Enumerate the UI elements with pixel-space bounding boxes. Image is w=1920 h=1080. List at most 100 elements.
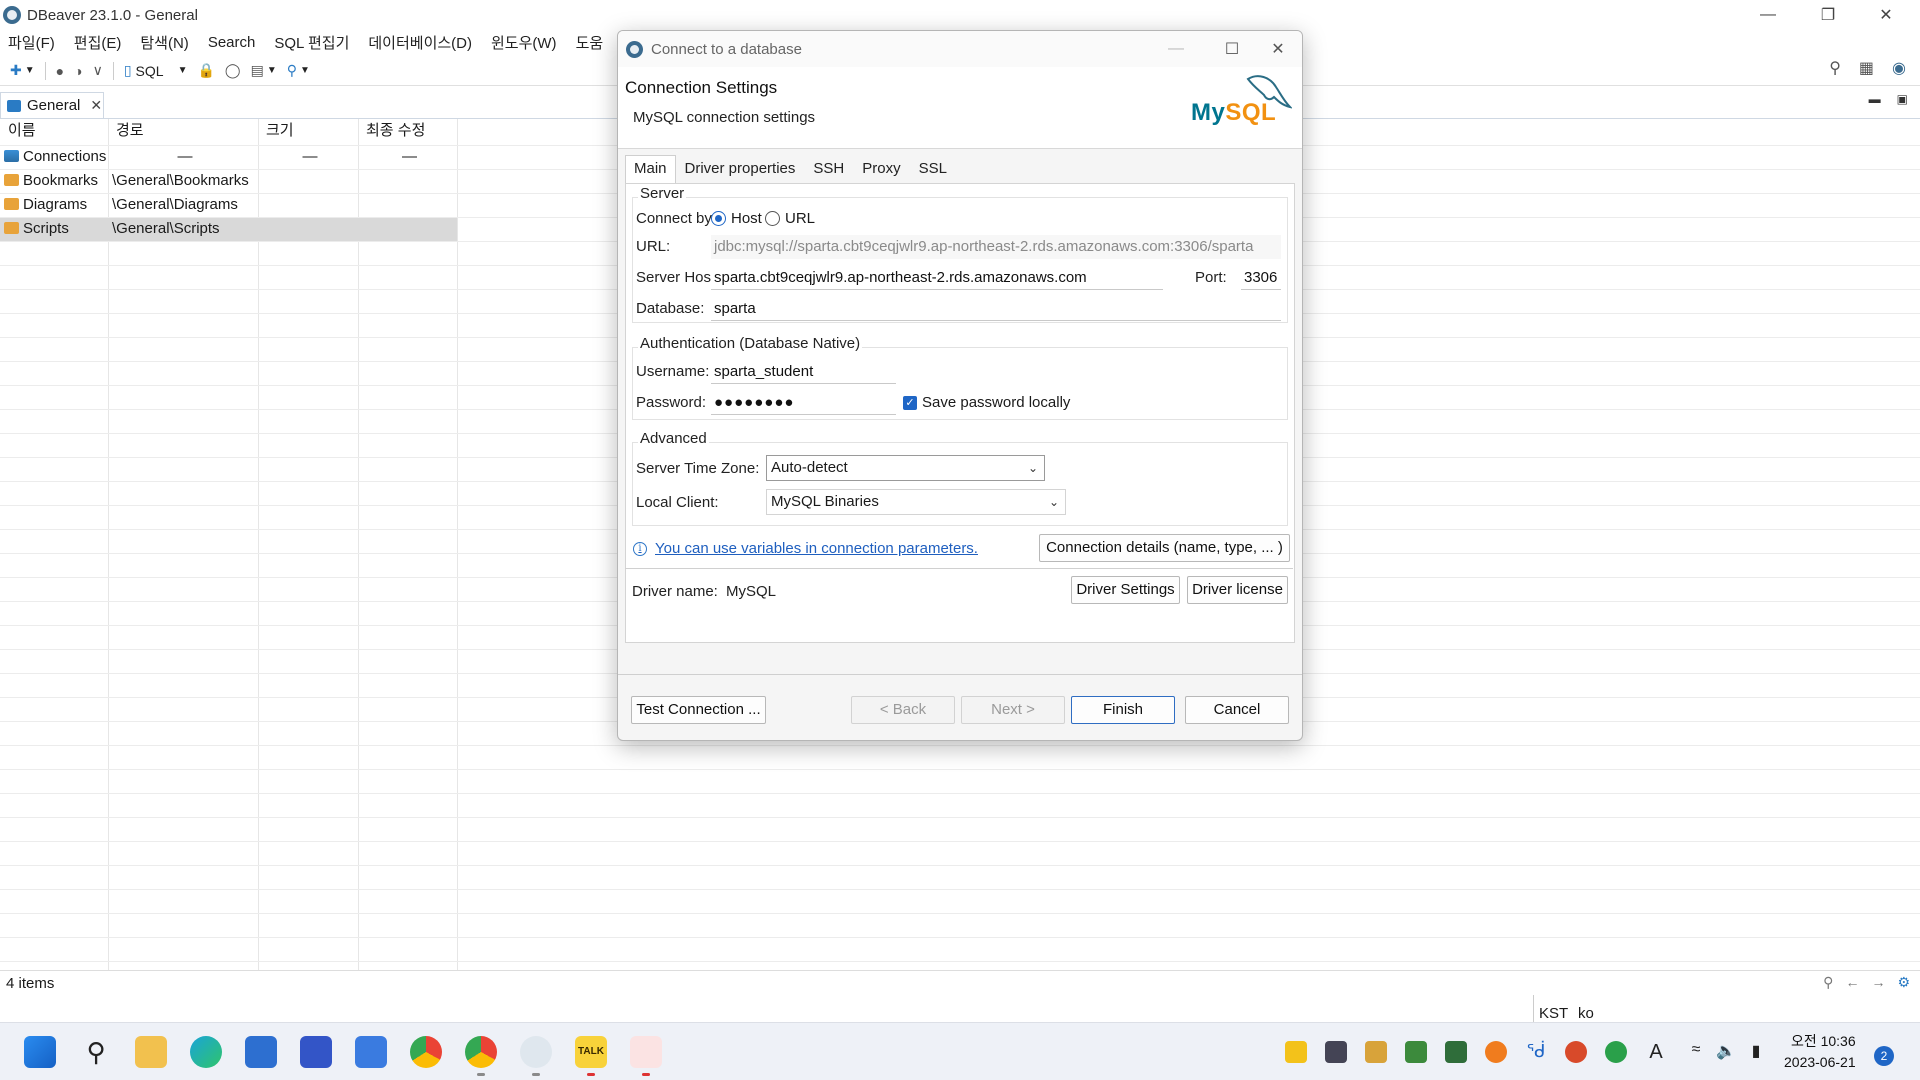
menu-navigate[interactable]: 탐색(N) [140,32,188,53]
tray-app-icon[interactable] [1485,1041,1507,1063]
settings-gear-icon[interactable]: ⚙ [1897,974,1910,991]
local-client-label: Local Client: [636,494,719,511]
chrome-icon[interactable] [410,1036,442,1068]
restore-button[interactable]: ❐ [1800,0,1856,30]
disconnect-button[interactable]: ∨ [93,62,103,79]
snipping-tool-icon[interactable] [630,1036,662,1068]
database-input[interactable]: sparta [711,297,1281,321]
tray-nvidia-icon[interactable] [1405,1041,1427,1063]
lock-button[interactable]: 🔒 [197,62,214,79]
driver-settings-button[interactable]: Driver Settings [1071,576,1180,604]
menu-database[interactable]: 데이터베이스(D) [368,32,472,53]
connect-button[interactable]: ● [56,63,64,79]
locale-indicator[interactable]: ko [1578,1005,1594,1022]
close-tab-icon[interactable]: ✕ [90,97,102,114]
close-window-button[interactable]: ✕ [1858,0,1914,30]
item-count: 4 items [6,975,55,992]
menu-sql-editor[interactable]: SQL 편집기 [274,32,349,53]
footer-divider [618,674,1302,675]
minimize-view-icon[interactable]: ▬ [1869,92,1881,106]
perspective-icon[interactable]: ▦ [1859,58,1874,78]
table-row[interactable]: Connections — — — [0,145,457,169]
editor-tab-general[interactable]: General ✕ [0,92,104,118]
edge-browser-icon[interactable] [190,1036,222,1068]
test-connection-button[interactable]: Test Connection ... [631,696,766,724]
tray-lock-icon[interactable] [1285,1041,1307,1063]
url-radio[interactable]: URL [765,210,815,227]
sql-editor-button[interactable]: ▯ SQL ▼ [124,62,188,79]
kakaotalk-icon[interactable]: TALK [575,1036,607,1068]
tab-ssl[interactable]: SSL [910,155,956,183]
tab-main[interactable]: Main [625,155,676,183]
column-header-path[interactable]: 경로 [108,119,258,145]
save-password-checkbox[interactable]: ✓ Save password locally [903,394,1070,411]
tray-app-icon[interactable] [1325,1041,1347,1063]
minimize-button[interactable]: — [1740,0,1796,30]
tab-driver-properties[interactable]: Driver properties [676,155,805,183]
volume-icon[interactable]: 🔈 [1715,1041,1737,1063]
column-header-size[interactable]: 크기 [258,119,358,145]
password-input[interactable]: ●●●●●●●● [711,391,896,415]
tray-app-icon[interactable] [1445,1041,1467,1063]
wifi-icon[interactable]: ≈ [1685,1041,1707,1063]
variables-link[interactable]: i You can use variables in connection pa… [633,540,978,557]
tray-app-icon[interactable] [1565,1041,1587,1063]
row-name: Scripts [23,220,69,237]
menu-file[interactable]: 파일(F) [8,32,55,53]
dialog-close-button[interactable]: ✕ [1254,31,1302,67]
taskbar-clock[interactable]: 오전 10:36 2023-06-21 [1784,1031,1856,1073]
timezone-indicator[interactable]: KST [1539,1005,1568,1022]
global-search-icon[interactable]: ⚲ [1829,58,1841,78]
notification-badge[interactable]: 2 [1874,1046,1894,1066]
security-shield-icon[interactable] [1605,1041,1627,1063]
app-icon-1[interactable] [300,1036,332,1068]
commit-button[interactable]: ▤ ▼ [251,62,277,79]
connection-details-button[interactable]: Connection details (name, type, ... ) [1039,534,1290,562]
local-client-select[interactable]: MySQL Binaries ⌄ [766,489,1066,515]
file-explorer-icon[interactable] [135,1036,167,1068]
menu-search[interactable]: Search [208,34,256,51]
input-method-icon[interactable]: A [1645,1041,1667,1063]
table-row-selected[interactable]: Scripts \General\Scripts [0,217,457,241]
search-toolbar-button[interactable]: ⚲ ▼ [287,62,310,79]
tab-ssh[interactable]: SSH [804,155,853,183]
running-indicator [477,1073,485,1076]
transaction-button[interactable]: ◯ [225,62,241,79]
invalidate-button[interactable]: ◑ [74,63,82,79]
forward-arrow-icon[interactable]: → [1871,974,1885,991]
finish-button[interactable]: Finish [1071,696,1175,724]
row-modified: — [402,148,417,165]
toolbar-right: ⚲ ▦ ◉ [1829,58,1906,78]
server-timezone-select[interactable]: Auto-detect ⌄ [766,455,1045,481]
app-icon-2[interactable] [355,1036,387,1068]
start-windows-icon[interactable] [24,1036,56,1068]
search-icon[interactable]: ⚲ [80,1036,112,1068]
tab-proxy[interactable]: Proxy [853,155,909,183]
column-header-name[interactable]: 이름 [0,119,108,145]
cancel-button[interactable]: Cancel [1185,696,1289,724]
new-connection-button[interactable]: ✚ ▼ [10,62,35,79]
dbeaver-taskbar-icon[interactable] [520,1036,552,1068]
bluetooth-icon[interactable]: ᖂ [1525,1041,1547,1063]
store-icon[interactable] [245,1036,277,1068]
zoom-icon[interactable]: ⚲ [1823,974,1833,991]
host-radio[interactable]: Host [711,210,762,227]
chrome-profile-icon[interactable] [465,1036,497,1068]
back-arrow-icon[interactable]: ← [1845,974,1859,991]
port-input[interactable]: 3306 [1241,266,1281,290]
menu-edit[interactable]: 편집(E) [74,32,122,53]
driver-license-button[interactable]: Driver license [1187,576,1288,604]
tray-app-icon[interactable] [1365,1041,1387,1063]
maximize-view-icon[interactable]: ▣ [1897,92,1908,106]
menu-help[interactable]: 도움 [576,32,604,53]
dbeaver-perspective-icon[interactable]: ◉ [1892,58,1906,78]
row-line [0,913,1920,914]
column-header-modified[interactable]: 최종 수정 [358,119,457,145]
dialog-maximize-button[interactable]: ☐ [1208,31,1256,67]
table-row[interactable]: Bookmarks \General\Bookmarks [0,169,457,193]
table-row[interactable]: Diagrams \General\Diagrams [0,193,457,217]
menu-window[interactable]: 윈도우(W) [491,32,557,53]
battery-icon[interactable]: ▮ [1745,1041,1767,1063]
server-host-input[interactable]: sparta.cbt9ceqjwlr9.ap-northeast-2.rds.a… [711,266,1163,290]
username-input[interactable]: sparta_student [711,360,896,384]
